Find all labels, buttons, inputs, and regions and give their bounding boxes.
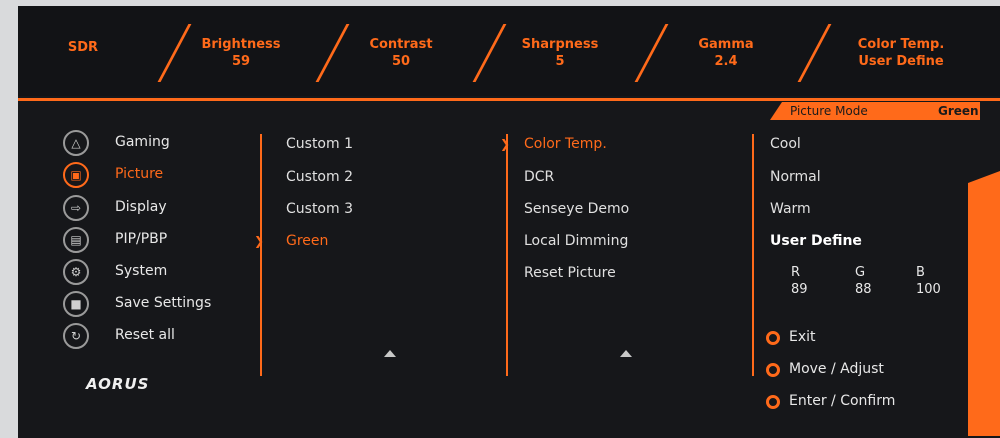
menu-label: Picture xyxy=(115,166,164,182)
color-temp-value: User Define xyxy=(858,54,944,69)
column-divider xyxy=(260,134,262,376)
pip-icon: ▤ xyxy=(63,227,89,253)
color-temp-stat: Color Temp. User Define xyxy=(826,36,976,70)
contrast-stat: Contrast 50 xyxy=(326,36,476,70)
picture-mode-value: Green xyxy=(938,104,979,118)
chevron-right-icon: ❯ xyxy=(254,234,265,248)
brightness-stat: Brightness 59 xyxy=(166,36,316,70)
sharpness-label: Sharpness xyxy=(521,37,599,52)
hint-enter-confirm: Enter / Confirm xyxy=(789,393,896,409)
side-accent-strip xyxy=(968,171,1000,436)
rgb-g-value[interactable]: 88 xyxy=(855,282,872,297)
menu-label: Gaming xyxy=(115,134,170,150)
sharpness-stat: Sharpness 5 xyxy=(485,36,635,70)
reset-icon: ↻ xyxy=(63,323,89,349)
setting-item[interactable]: Senseye Demo xyxy=(524,201,629,217)
brightness-value: 59 xyxy=(231,54,251,69)
setting-item[interactable]: Reset Picture xyxy=(524,265,616,281)
scroll-up-icon[interactable] xyxy=(384,350,396,357)
setting-item-active[interactable]: Color Temp. xyxy=(524,136,607,152)
brightness-label: Brightness xyxy=(201,37,281,52)
menu-label: System xyxy=(115,263,168,279)
setting-item[interactable]: Local Dimming xyxy=(524,233,628,249)
display-input-icon: ⇨ xyxy=(63,195,89,221)
column-divider xyxy=(752,134,754,376)
joystick-move-icon xyxy=(766,363,780,377)
picture-mode-label: Picture Mode xyxy=(790,104,868,118)
picture-icon: ▣ xyxy=(63,162,89,188)
contrast-value: 50 xyxy=(391,54,411,69)
rgb-r-value[interactable]: 89 xyxy=(791,282,808,297)
hint-exit: Exit xyxy=(789,329,816,345)
menu-label: Save Settings xyxy=(115,295,212,311)
color-temp-option-selected[interactable]: User Define xyxy=(770,233,862,249)
picture-mode-item-active[interactable]: Green xyxy=(286,233,328,249)
aorus-logo: AORUS xyxy=(86,375,150,393)
menu-label: Display xyxy=(115,199,167,215)
joystick-enter-icon xyxy=(766,395,780,409)
color-temp-option[interactable]: Normal xyxy=(770,169,821,185)
menu-label: Reset all xyxy=(115,327,175,343)
picture-mode-item[interactable]: Custom 1 xyxy=(286,136,353,152)
gamepad-icon: △ xyxy=(63,130,89,156)
color-temp-label: Color Temp. xyxy=(857,37,945,52)
gamma-label: Gamma xyxy=(698,37,754,52)
gamma-value: 2.4 xyxy=(714,54,738,69)
setting-item[interactable]: DCR xyxy=(524,169,554,185)
status-bar: SDR Brightness 59 Contrast 50 Sharpness … xyxy=(18,6,1000,96)
picture-mode-item[interactable]: Custom 2 xyxy=(286,169,353,185)
rgb-g-label: G xyxy=(855,265,866,280)
sharpness-value: 5 xyxy=(555,54,565,69)
color-temp-option[interactable]: Cool xyxy=(770,136,801,152)
picture-mode-item[interactable]: Custom 3 xyxy=(286,201,353,217)
rgb-b-value[interactable]: 100 xyxy=(916,282,941,297)
hint-move-adjust: Move / Adjust xyxy=(789,361,884,377)
save-icon: ■ xyxy=(63,291,89,317)
column-divider xyxy=(506,134,508,376)
joystick-exit-icon xyxy=(766,331,780,345)
gamma-stat: Gamma 2.4 xyxy=(651,36,801,70)
header-divider xyxy=(18,98,1000,101)
color-temp-option[interactable]: Warm xyxy=(770,201,811,217)
chevron-right-icon: ❯ xyxy=(500,137,511,151)
mode-indicator: SDR xyxy=(67,40,99,55)
menu-label: PIP/PBP xyxy=(115,231,168,247)
osd-screen: SDR Brightness 59 Contrast 50 Sharpness … xyxy=(18,6,1000,438)
scroll-up-icon[interactable] xyxy=(620,350,632,357)
contrast-label: Contrast xyxy=(369,37,433,52)
rgb-r-label: R xyxy=(791,265,801,280)
rgb-b-label: B xyxy=(916,265,925,280)
gear-icon: ⚙ xyxy=(63,259,89,285)
